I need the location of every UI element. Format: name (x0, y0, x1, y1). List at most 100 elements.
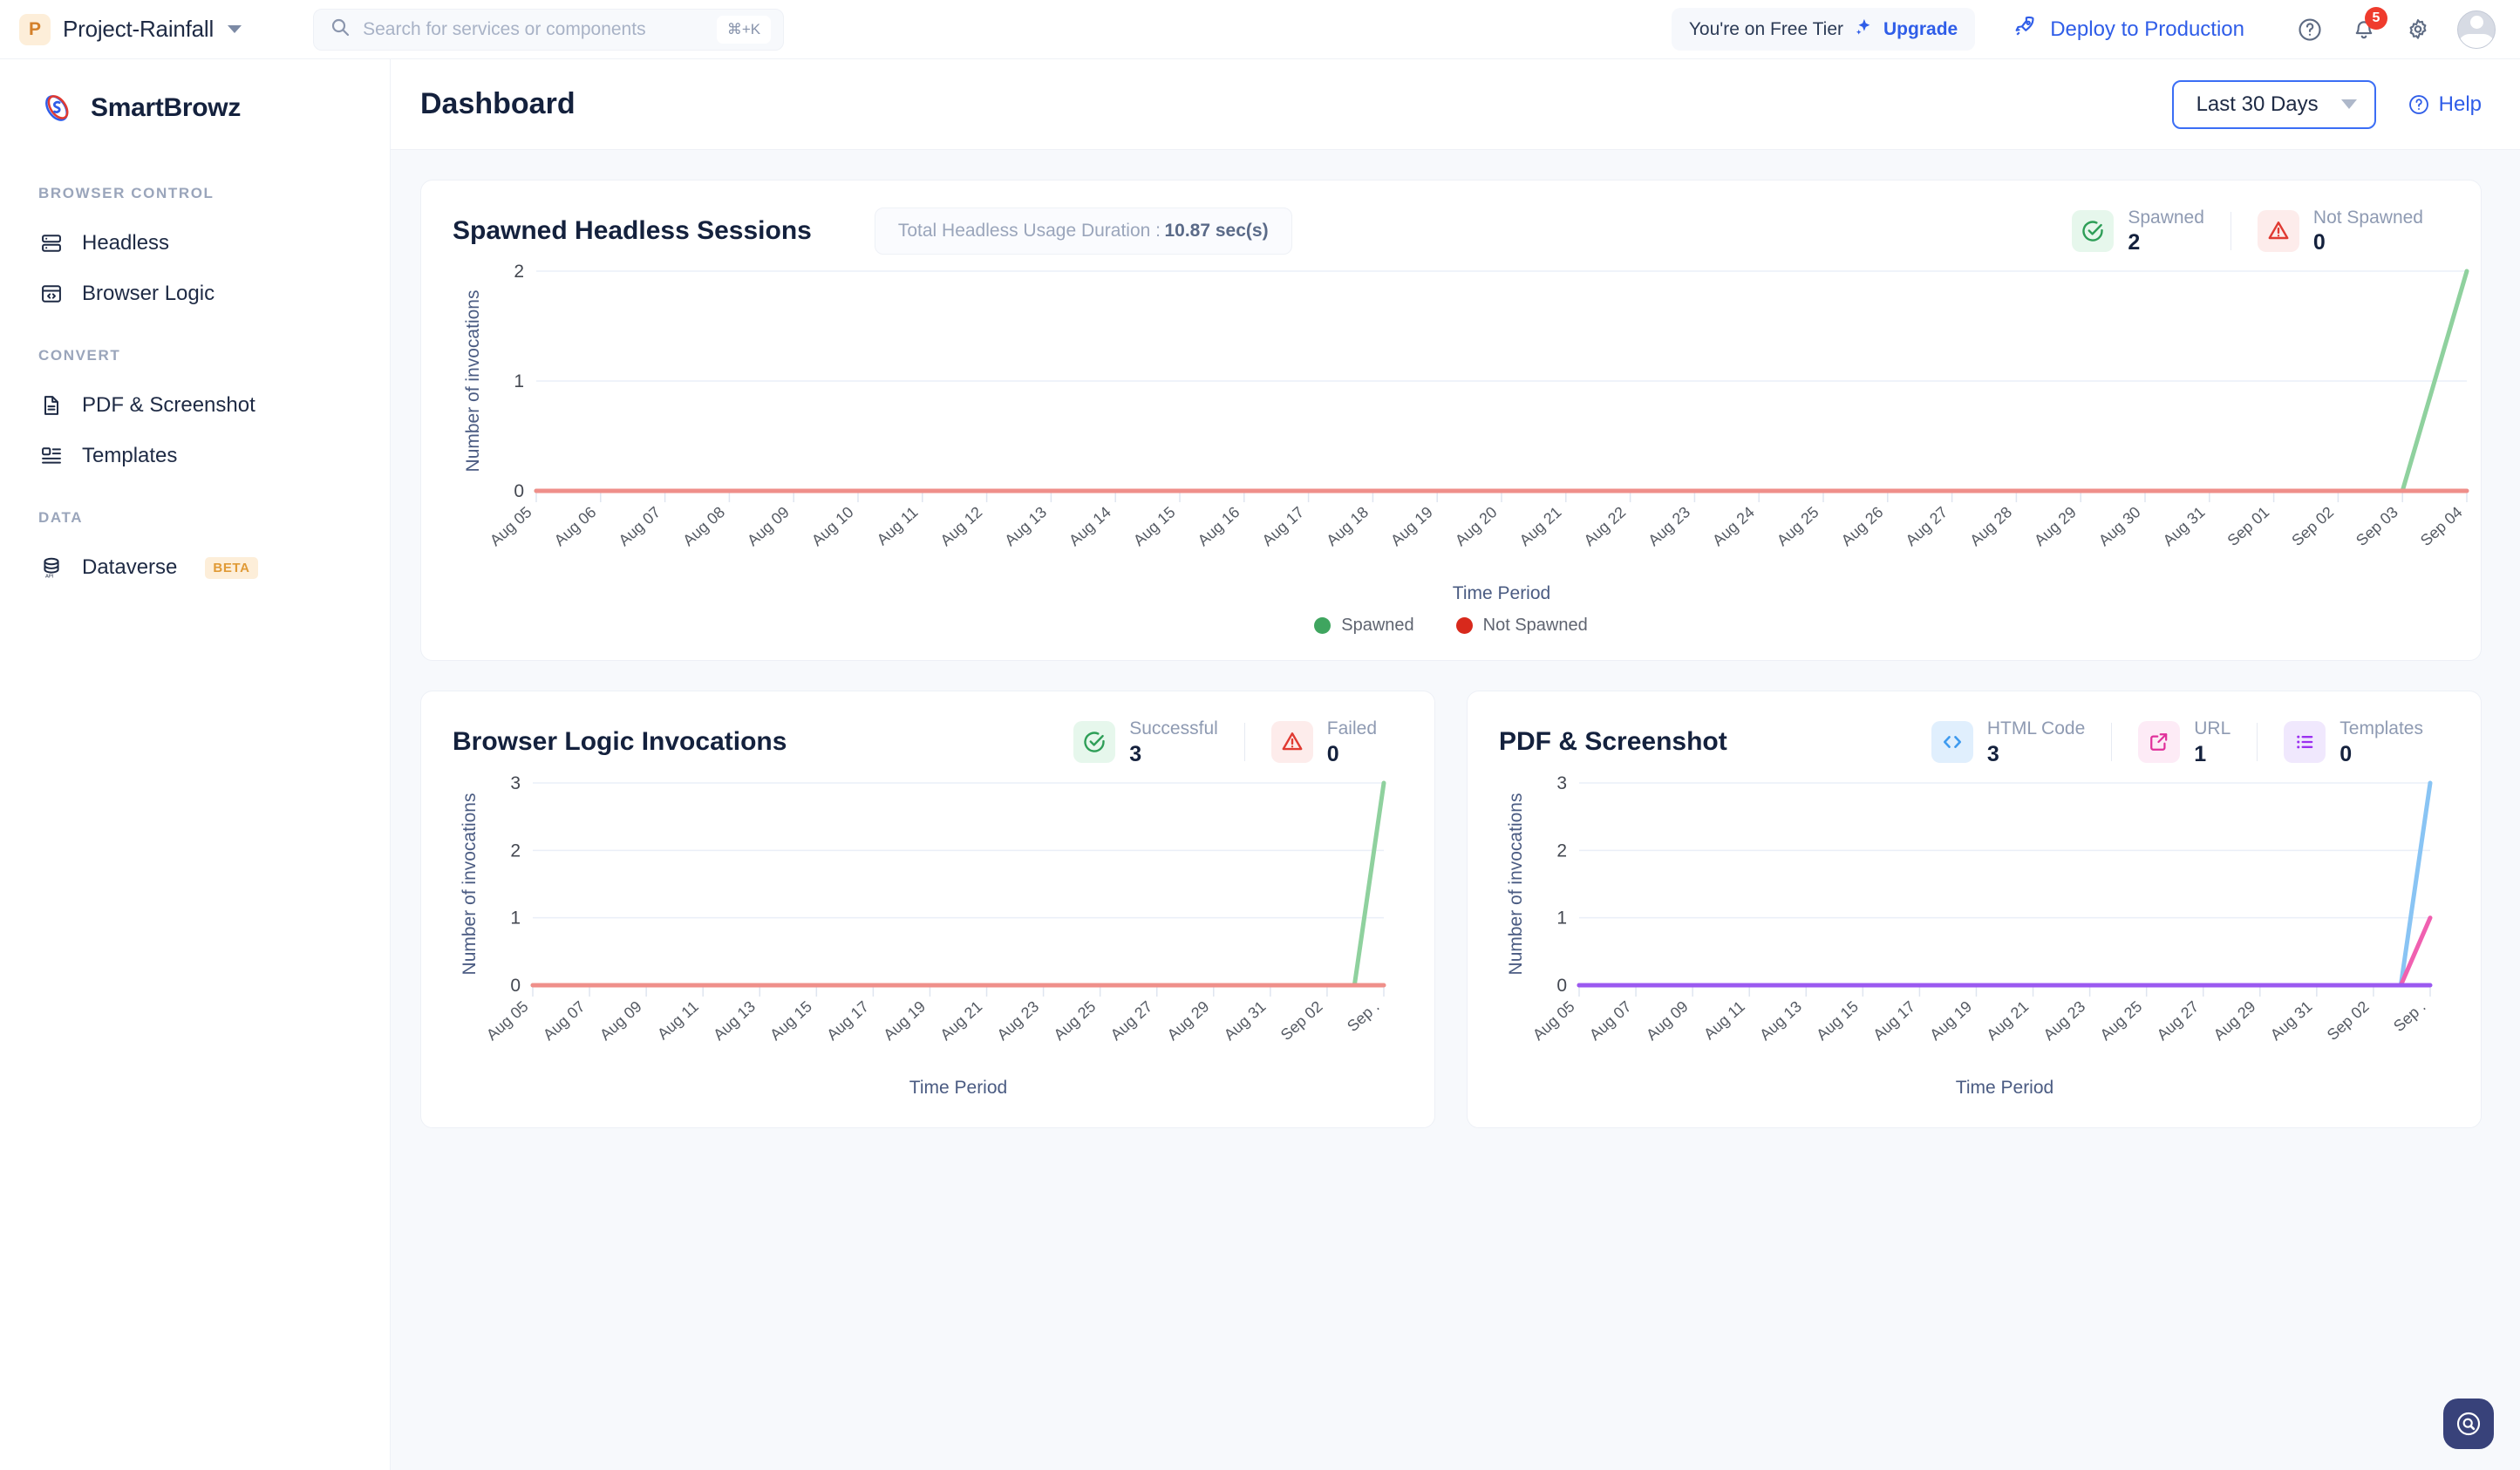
svg-text:Aug 24: Aug 24 (1709, 503, 1758, 549)
svg-text:Aug 25: Aug 25 (1774, 503, 1822, 549)
warning-triangle-icon (1270, 721, 1313, 764)
card-title: Browser Logic Invocations (453, 727, 787, 757)
help-link[interactable]: Help (2408, 92, 2482, 117)
svg-text:Aug 29: Aug 29 (2210, 997, 2259, 1044)
svg-text:Aug 07: Aug 07 (540, 997, 589, 1044)
sidebar-nav: BROWSER CONTROL Headless Browser Logic CONV… (38, 185, 390, 593)
svg-text:Aug 25: Aug 25 (2097, 997, 2146, 1044)
server-icon (38, 231, 65, 255)
legend-label: Not Spawned (1482, 616, 1588, 636)
svg-text:Aug 05: Aug 05 (487, 503, 535, 549)
stat-value: 3 (1129, 741, 1142, 766)
svg-text:Aug 13: Aug 13 (1756, 997, 1805, 1044)
svg-text:Aug 09: Aug 09 (744, 503, 793, 549)
notification-badge: 5 (2365, 6, 2387, 30)
svg-text:Sep 02: Sep 02 (2288, 503, 2337, 549)
legend-item-spawned[interactable]: Spawned (1314, 616, 1414, 636)
card-pdf-screenshot: PDF & Screenshot HTML Code 3 URL 1 Templates… (1467, 691, 2482, 1128)
sidebar: SmartBrowz BROWSER CONTROL Headless Browse… (0, 59, 391, 1470)
card-header: Browser Logic Invocations Successful 3 Fai… (453, 718, 1403, 766)
chevron-down-icon (228, 25, 242, 33)
legend-item-not-spawned[interactable]: Not Spawned (1455, 616, 1588, 636)
svg-text:Aug 31: Aug 31 (2160, 503, 2209, 549)
svg-text:3: 3 (1556, 773, 1567, 793)
svg-text:Aug 11: Aug 11 (874, 503, 922, 548)
svg-text:Time Period: Time Period (1453, 583, 1550, 603)
deploy-to-production-button[interactable]: Deploy to Production (2012, 14, 2244, 44)
main-area: Dashboard Last 30 Days Help Spawned Head… (391, 59, 2520, 1470)
svg-text:Aug 15: Aug 15 (766, 997, 815, 1044)
settings-button[interactable] (2398, 10, 2438, 50)
sidebar-item-dataverse[interactable]: API Dataverse BETA (38, 542, 390, 593)
brand-logo[interactable]: SmartBrowz (38, 59, 390, 157)
svg-text:Aug 15: Aug 15 (1813, 997, 1862, 1044)
stat-label: Successful (1129, 718, 1218, 739)
external-link-icon (2138, 721, 2181, 764)
svg-text:Aug 11: Aug 11 (654, 997, 702, 1043)
sidebar-item-headless[interactable]: Headless (38, 218, 390, 269)
card-stats: Successful 3 Failed 0 (1047, 718, 1403, 766)
svg-text:Aug 20: Aug 20 (1452, 503, 1501, 549)
svg-text:Aug 27: Aug 27 (1902, 503, 1951, 549)
help-circle-button[interactable] (2290, 10, 2330, 50)
svg-text:Aug 26: Aug 26 (1838, 503, 1887, 549)
stat-value: 0 (2312, 230, 2326, 255)
svg-text:Aug 08: Aug 08 (679, 503, 728, 549)
notifications-button[interactable]: 5 (2344, 6, 2387, 50)
stat-html-code: HTML Code 3 (1905, 718, 2111, 766)
card-title: PDF & Screenshot (1499, 727, 1727, 757)
check-circle-icon (2072, 210, 2115, 253)
search-fab-button[interactable] (2443, 1399, 2494, 1449)
search-input[interactable] (363, 18, 705, 40)
help-label: Help (2438, 92, 2482, 116)
sidebar-section-title: DATA (38, 509, 84, 526)
svg-text:Number of invocations: Number of invocations (463, 290, 483, 473)
chevron-down-icon (2340, 99, 2357, 109)
svg-text:Number of invocations: Number of invocations (460, 793, 480, 975)
check-circle-icon (1073, 721, 1116, 764)
svg-text:Aug 28: Aug 28 (1966, 503, 2015, 549)
stat-label: HTML Code (1986, 718, 2086, 739)
project-switcher[interactable]: P Project-Rainfall (19, 13, 242, 45)
card-browser-logic-invocations: Browser Logic Invocations Successful 3 Fai… (420, 691, 1435, 1128)
upgrade-link[interactable]: Upgrade (1883, 19, 1958, 40)
tier-label: You're on Free Tier (1688, 18, 1844, 39)
stat-label: Spawned (2128, 208, 2204, 228)
chart-legend: Spawned Not Spawned (453, 616, 2449, 636)
svg-text:Aug 16: Aug 16 (1195, 503, 1243, 549)
svg-text:Aug 23: Aug 23 (2040, 997, 2088, 1044)
svg-text:Aug 23: Aug 23 (1645, 503, 1693, 549)
sidebar-item-pdf-screenshot[interactable]: PDF & Screenshot (38, 380, 390, 431)
svg-text:Aug 21: Aug 21 (936, 997, 985, 1044)
sparkle-icon (1854, 17, 1873, 41)
sidebar-item-browser-logic[interactable]: Browser Logic (38, 269, 390, 319)
svg-text:0: 0 (514, 481, 524, 501)
stat-value: 1 (2194, 741, 2207, 766)
pdf-screenshot-chart: 0 1 2 3 Number of invocations Aug 05 Aug 07 Aug… (1499, 767, 2449, 1103)
stat-label: URL (2194, 718, 2231, 739)
svg-text:Sep 03: Sep 03 (2353, 503, 2401, 549)
svg-text:1: 1 (510, 908, 521, 928)
svg-text:Aug 07: Aug 07 (615, 503, 664, 549)
svg-text:Aug 29: Aug 29 (1164, 997, 1213, 1044)
stat-failed: Failed 0 (1245, 718, 1403, 766)
document-icon (38, 393, 65, 418)
question-mark-circle-icon (2299, 17, 2321, 41)
sidebar-item-templates[interactable]: Templates (38, 431, 390, 481)
sidebar-item-label: Templates (82, 444, 178, 467)
user-avatar[interactable] (2457, 10, 2496, 49)
date-range-select[interactable]: Last 30 Days (2171, 79, 2376, 129)
sidebar-item-label: Headless (82, 231, 170, 255)
global-search[interactable]: ⌘+K (313, 8, 785, 51)
card-stats: Spawned 2 Not Spawned 0 (2046, 207, 2449, 255)
rocket-icon (2012, 14, 2038, 44)
card-title: Spawned Headless Sessions (453, 216, 812, 246)
svg-text:Aug 15: Aug 15 (1130, 503, 1179, 549)
database-api-icon: API (38, 555, 65, 580)
svg-text:Aug 19: Aug 19 (1926, 997, 1975, 1044)
svg-text:2: 2 (510, 840, 521, 861)
svg-text:Aug 14: Aug 14 (1066, 503, 1114, 549)
svg-text:Aug 23: Aug 23 (993, 997, 1042, 1044)
svg-text:Aug 17: Aug 17 (823, 997, 872, 1044)
svg-text:Number of invocations: Number of invocations (1506, 793, 1526, 975)
